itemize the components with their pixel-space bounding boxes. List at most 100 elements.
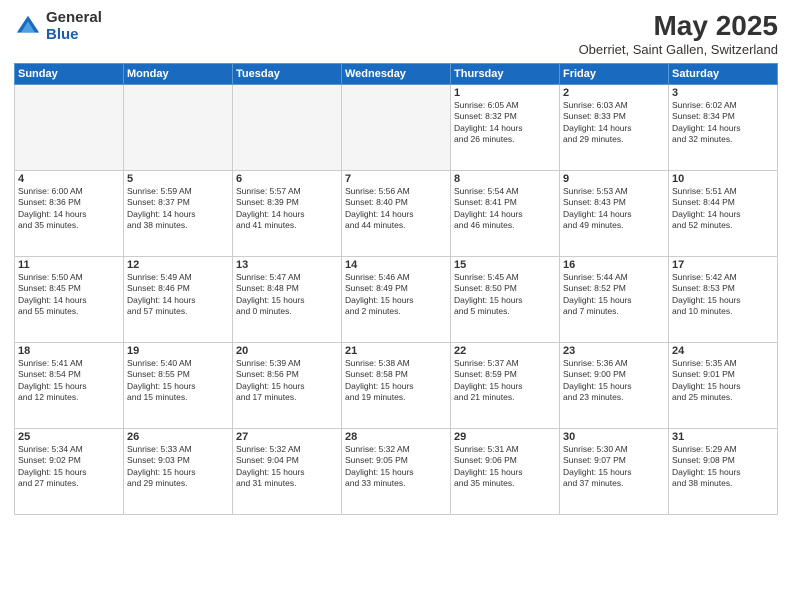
calendar-week-row: 4Sunrise: 6:00 AM Sunset: 8:36 PM Daylig… — [15, 171, 778, 257]
day-number: 18 — [18, 345, 120, 357]
day-number: 14 — [345, 259, 447, 271]
day-number: 25 — [18, 431, 120, 443]
day-info: Sunrise: 6:05 AM Sunset: 8:32 PM Dayligh… — [454, 100, 556, 146]
day-info: Sunrise: 5:36 AM Sunset: 9:00 PM Dayligh… — [563, 358, 665, 404]
calendar-cell: 10Sunrise: 5:51 AM Sunset: 8:44 PM Dayli… — [669, 171, 778, 257]
day-number: 21 — [345, 345, 447, 357]
day-number: 9 — [563, 173, 665, 185]
calendar-week-row: 25Sunrise: 5:34 AM Sunset: 9:02 PM Dayli… — [15, 429, 778, 515]
calendar-cell: 31Sunrise: 5:29 AM Sunset: 9:08 PM Dayli… — [669, 429, 778, 515]
calendar-cell: 20Sunrise: 5:39 AM Sunset: 8:56 PM Dayli… — [233, 343, 342, 429]
day-info: Sunrise: 5:32 AM Sunset: 9:05 PM Dayligh… — [345, 444, 447, 490]
day-info: Sunrise: 5:54 AM Sunset: 8:41 PM Dayligh… — [454, 186, 556, 232]
calendar-cell: 19Sunrise: 5:40 AM Sunset: 8:55 PM Dayli… — [124, 343, 233, 429]
calendar-cell: 23Sunrise: 5:36 AM Sunset: 9:00 PM Dayli… — [560, 343, 669, 429]
day-info: Sunrise: 5:45 AM Sunset: 8:50 PM Dayligh… — [454, 272, 556, 318]
weekday-header: Tuesday — [233, 64, 342, 85]
weekday-header: Sunday — [15, 64, 124, 85]
day-number: 19 — [127, 345, 229, 357]
day-number: 1 — [454, 87, 556, 99]
day-number: 15 — [454, 259, 556, 271]
day-number: 11 — [18, 259, 120, 271]
day-info: Sunrise: 5:57 AM Sunset: 8:39 PM Dayligh… — [236, 186, 338, 232]
day-info: Sunrise: 5:42 AM Sunset: 8:53 PM Dayligh… — [672, 272, 774, 318]
day-info: Sunrise: 5:34 AM Sunset: 9:02 PM Dayligh… — [18, 444, 120, 490]
calendar-cell: 26Sunrise: 5:33 AM Sunset: 9:03 PM Dayli… — [124, 429, 233, 515]
calendar-cell: 14Sunrise: 5:46 AM Sunset: 8:49 PM Dayli… — [342, 257, 451, 343]
day-number: 30 — [563, 431, 665, 443]
calendar-cell: 15Sunrise: 5:45 AM Sunset: 8:50 PM Dayli… — [451, 257, 560, 343]
calendar-cell: 30Sunrise: 5:30 AM Sunset: 9:07 PM Dayli… — [560, 429, 669, 515]
day-number: 27 — [236, 431, 338, 443]
weekday-header: Monday — [124, 64, 233, 85]
calendar-cell: 28Sunrise: 5:32 AM Sunset: 9:05 PM Dayli… — [342, 429, 451, 515]
calendar-week-row: 18Sunrise: 5:41 AM Sunset: 8:54 PM Dayli… — [15, 343, 778, 429]
logo-text: General Blue — [46, 10, 102, 43]
day-info: Sunrise: 5:40 AM Sunset: 8:55 PM Dayligh… — [127, 358, 229, 404]
logo: General Blue — [14, 10, 102, 43]
calendar-cell: 21Sunrise: 5:38 AM Sunset: 8:58 PM Dayli… — [342, 343, 451, 429]
day-number: 5 — [127, 173, 229, 185]
calendar-week-row: 1Sunrise: 6:05 AM Sunset: 8:32 PM Daylig… — [15, 85, 778, 171]
day-info: Sunrise: 5:41 AM Sunset: 8:54 PM Dayligh… — [18, 358, 120, 404]
day-number: 28 — [345, 431, 447, 443]
calendar-cell: 8Sunrise: 5:54 AM Sunset: 8:41 PM Daylig… — [451, 171, 560, 257]
day-info: Sunrise: 5:49 AM Sunset: 8:46 PM Dayligh… — [127, 272, 229, 318]
weekday-header: Thursday — [451, 64, 560, 85]
calendar-week-row: 11Sunrise: 5:50 AM Sunset: 8:45 PM Dayli… — [15, 257, 778, 343]
calendar-cell: 9Sunrise: 5:53 AM Sunset: 8:43 PM Daylig… — [560, 171, 669, 257]
page: General Blue May 2025 Oberriet, Saint Ga… — [0, 0, 792, 612]
calendar-cell: 16Sunrise: 5:44 AM Sunset: 8:52 PM Dayli… — [560, 257, 669, 343]
logo-general: General — [46, 10, 102, 27]
calendar-cell: 3Sunrise: 6:02 AM Sunset: 8:34 PM Daylig… — [669, 85, 778, 171]
calendar-cell: 27Sunrise: 5:32 AM Sunset: 9:04 PM Dayli… — [233, 429, 342, 515]
calendar-cell: 5Sunrise: 5:59 AM Sunset: 8:37 PM Daylig… — [124, 171, 233, 257]
day-number: 20 — [236, 345, 338, 357]
day-number: 17 — [672, 259, 774, 271]
day-info: Sunrise: 5:53 AM Sunset: 8:43 PM Dayligh… — [563, 186, 665, 232]
calendar-cell: 2Sunrise: 6:03 AM Sunset: 8:33 PM Daylig… — [560, 85, 669, 171]
day-info: Sunrise: 5:44 AM Sunset: 8:52 PM Dayligh… — [563, 272, 665, 318]
calendar: SundayMondayTuesdayWednesdayThursdayFrid… — [14, 63, 778, 515]
calendar-cell — [342, 85, 451, 171]
day-number: 13 — [236, 259, 338, 271]
day-number: 4 — [18, 173, 120, 185]
day-info: Sunrise: 5:31 AM Sunset: 9:06 PM Dayligh… — [454, 444, 556, 490]
day-info: Sunrise: 5:30 AM Sunset: 9:07 PM Dayligh… — [563, 444, 665, 490]
day-number: 7 — [345, 173, 447, 185]
day-number: 29 — [454, 431, 556, 443]
calendar-cell: 17Sunrise: 5:42 AM Sunset: 8:53 PM Dayli… — [669, 257, 778, 343]
day-number: 8 — [454, 173, 556, 185]
day-number: 23 — [563, 345, 665, 357]
calendar-cell: 11Sunrise: 5:50 AM Sunset: 8:45 PM Dayli… — [15, 257, 124, 343]
day-info: Sunrise: 5:51 AM Sunset: 8:44 PM Dayligh… — [672, 186, 774, 232]
day-number: 3 — [672, 87, 774, 99]
calendar-cell: 18Sunrise: 5:41 AM Sunset: 8:54 PM Dayli… — [15, 343, 124, 429]
day-info: Sunrise: 5:37 AM Sunset: 8:59 PM Dayligh… — [454, 358, 556, 404]
day-number: 22 — [454, 345, 556, 357]
day-info: Sunrise: 6:02 AM Sunset: 8:34 PM Dayligh… — [672, 100, 774, 146]
calendar-cell: 24Sunrise: 5:35 AM Sunset: 9:01 PM Dayli… — [669, 343, 778, 429]
day-info: Sunrise: 6:03 AM Sunset: 8:33 PM Dayligh… — [563, 100, 665, 146]
day-number: 26 — [127, 431, 229, 443]
weekday-header: Friday — [560, 64, 669, 85]
day-info: Sunrise: 5:29 AM Sunset: 9:08 PM Dayligh… — [672, 444, 774, 490]
calendar-cell: 29Sunrise: 5:31 AM Sunset: 9:06 PM Dayli… — [451, 429, 560, 515]
day-number: 24 — [672, 345, 774, 357]
weekday-header: Wednesday — [342, 64, 451, 85]
day-info: Sunrise: 5:56 AM Sunset: 8:40 PM Dayligh… — [345, 186, 447, 232]
calendar-cell — [15, 85, 124, 171]
weekday-header: Saturday — [669, 64, 778, 85]
day-number: 6 — [236, 173, 338, 185]
logo-blue: Blue — [46, 27, 102, 44]
day-info: Sunrise: 5:50 AM Sunset: 8:45 PM Dayligh… — [18, 272, 120, 318]
day-info: Sunrise: 5:46 AM Sunset: 8:49 PM Dayligh… — [345, 272, 447, 318]
location-subtitle: Oberriet, Saint Gallen, Switzerland — [579, 42, 778, 57]
month-title: May 2025 — [579, 10, 778, 42]
day-info: Sunrise: 6:00 AM Sunset: 8:36 PM Dayligh… — [18, 186, 120, 232]
title-block: May 2025 Oberriet, Saint Gallen, Switzer… — [579, 10, 778, 57]
day-number: 10 — [672, 173, 774, 185]
day-info: Sunrise: 5:47 AM Sunset: 8:48 PM Dayligh… — [236, 272, 338, 318]
calendar-cell: 4Sunrise: 6:00 AM Sunset: 8:36 PM Daylig… — [15, 171, 124, 257]
day-info: Sunrise: 5:38 AM Sunset: 8:58 PM Dayligh… — [345, 358, 447, 404]
